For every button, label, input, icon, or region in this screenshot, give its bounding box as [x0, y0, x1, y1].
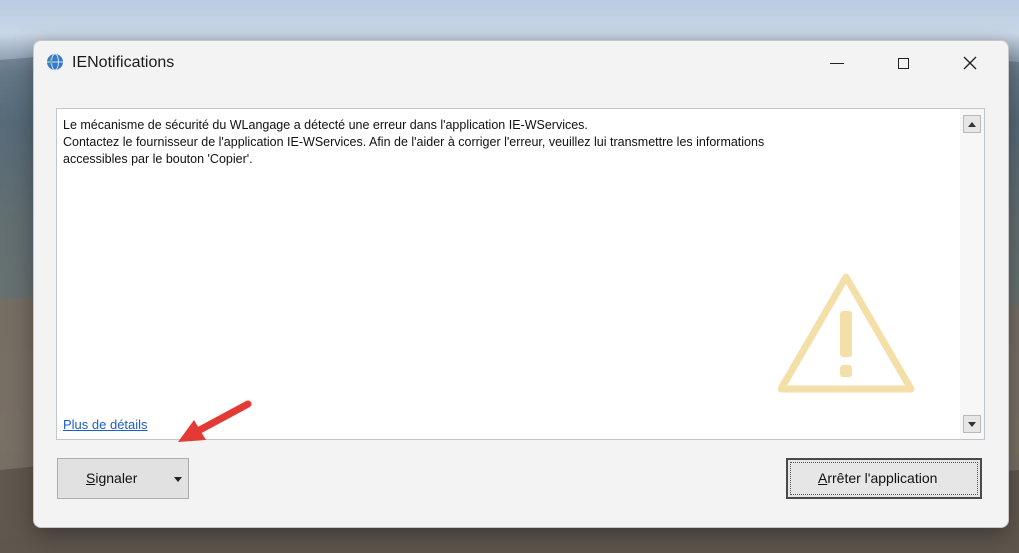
annotation-arrow-icon: [178, 400, 252, 442]
more-details-link[interactable]: Plus de détails: [63, 417, 148, 432]
maximize-icon: [897, 57, 909, 69]
stop-application-button[interactable]: Arrêter l'application: [786, 458, 982, 499]
stop-label-rest: rrêter l'application: [827, 470, 938, 486]
error-message: Le mécanisme de sécurité du WLangage a d…: [63, 117, 943, 168]
title-bar: IENotifications: [34, 41, 1008, 85]
report-button[interactable]: Signaler: [57, 458, 189, 499]
maximize-button[interactable]: [880, 47, 926, 79]
warning-icon: [777, 273, 915, 393]
error-dialog: IENotifications Le mécanisme de sécurité…: [33, 40, 1009, 528]
close-icon: [963, 56, 977, 70]
report-accelerator: S: [86, 470, 96, 486]
message-line-3: accessibles par le bouton 'Copier'.: [63, 152, 253, 166]
window-title: IENotifications: [72, 54, 175, 71]
message-line-2: Contactez le fournisseur de l'applicatio…: [63, 135, 765, 149]
arrow-up-icon: [968, 121, 976, 127]
close-button[interactable]: [947, 47, 993, 79]
stop-button-label: Arrêter l'application: [818, 470, 937, 486]
dropdown-arrow-icon[interactable]: [174, 477, 182, 482]
report-label-rest: ignaler: [95, 470, 138, 486]
message-panel[interactable]: Le mécanisme de sécurité du WLangage a d…: [56, 108, 985, 440]
globe-icon: [47, 53, 63, 71]
stop-accelerator: A: [818, 470, 828, 486]
report-button-label: Signaler: [86, 470, 137, 486]
arrow-down-icon: [968, 421, 976, 427]
message-line-1: Le mécanisme de sécurité du WLangage a d…: [63, 118, 588, 132]
scroll-up-button[interactable]: [963, 115, 981, 133]
scroll-down-button[interactable]: [963, 415, 981, 433]
minimize-icon: [830, 62, 844, 64]
minimize-button[interactable]: [814, 47, 860, 79]
vertical-scrollbar[interactable]: [960, 109, 984, 439]
